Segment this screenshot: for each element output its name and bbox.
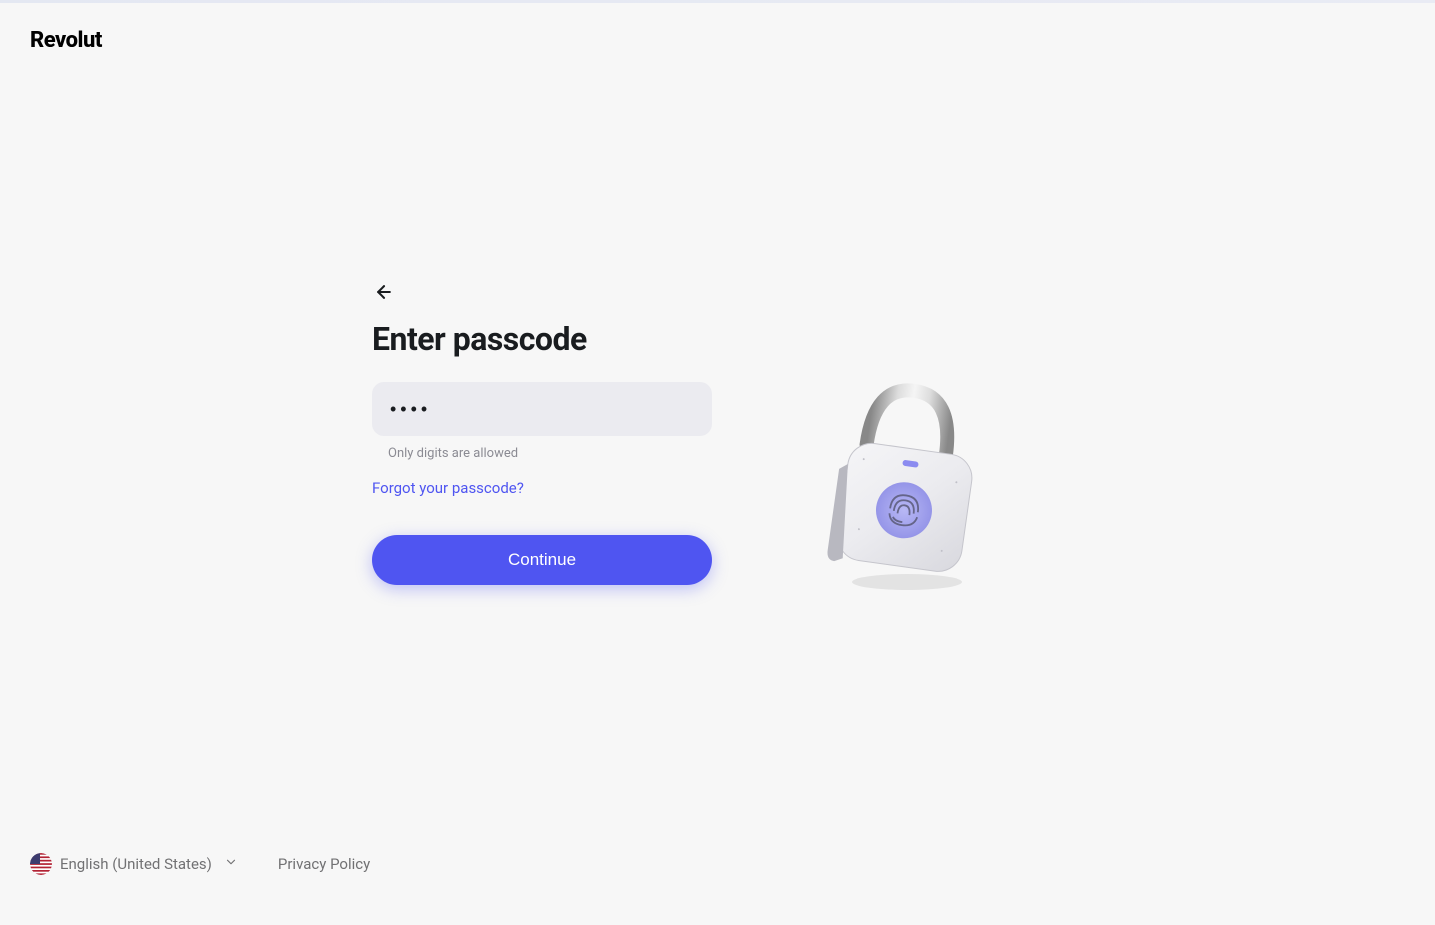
language-label: English (United States): [60, 855, 212, 873]
chevron-down-icon: [224, 855, 238, 873]
continue-button[interactable]: Continue: [372, 535, 712, 585]
main-content: Enter passcode Only digits are allowed F…: [372, 280, 1072, 600]
footer: English (United States) Privacy Policy: [30, 853, 370, 875]
passcode-hint: Only digits are allowed: [388, 446, 712, 461]
page-title: Enter passcode: [372, 320, 712, 358]
back-button[interactable]: [372, 280, 396, 304]
language-selector[interactable]: English (United States): [30, 853, 238, 875]
lock-illustration: [802, 360, 1002, 600]
us-flag-icon: [30, 853, 52, 875]
privacy-policy-link[interactable]: Privacy Policy: [278, 855, 370, 873]
form-column: Enter passcode Only digits are allowed F…: [372, 280, 712, 585]
arrow-left-icon: [374, 282, 394, 302]
forgot-passcode-link[interactable]: Forgot your passcode?: [372, 479, 524, 497]
brand-logo: Revolut: [30, 28, 102, 53]
passcode-input[interactable]: [372, 382, 712, 436]
top-accent-bar: [0, 0, 1435, 3]
